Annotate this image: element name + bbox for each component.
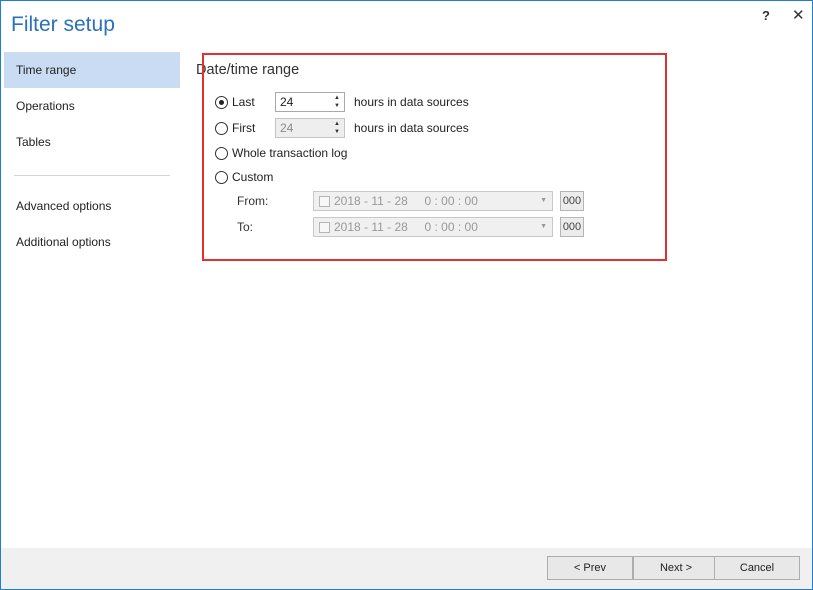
help-icon[interactable]: ? [762,8,770,23]
spin-up-icon: ▲ [334,121,340,127]
sidebar-divider [14,175,170,176]
from-datetime-picker: 2018 - 11 - 28 0 : 00 : 00 ▼ [313,191,553,211]
option-whole-row: Whole transaction log [215,143,347,163]
sidebar-item-additional-options[interactable]: Additional options [4,224,180,260]
first-hours-stepper: ▲ ▼ [275,118,345,138]
last-hours-input[interactable] [276,93,330,111]
chevron-down-icon: ▼ [540,223,547,230]
custom-radio[interactable] [215,170,228,184]
last-radio[interactable] [215,95,228,109]
from-checkbox [319,195,330,207]
spin-down-icon[interactable]: ▼ [334,102,340,110]
prev-button[interactable]: < Prev [547,556,633,580]
whole-log-radio[interactable] [215,146,228,160]
first-hours-arrows: ▲ ▼ [330,119,344,137]
to-milliseconds-field: 000 [560,217,584,237]
spin-down-icon: ▼ [334,129,340,135]
whole-log-label: Whole transaction log [232,146,348,160]
chevron-down-icon: ▼ [540,197,547,204]
cancel-button[interactable]: Cancel [714,556,800,580]
last-label: Last [232,95,255,109]
dialog-title: Filter setup [11,13,115,36]
first-radio[interactable] [215,121,228,135]
to-label: To: [237,220,254,234]
option-first-row: First [215,118,255,138]
option-last-row: Last [215,92,255,112]
sidebar: Time range Operations Tables Advanced op… [4,52,180,260]
sidebar-item-advanced-options[interactable]: Advanced options [4,188,180,224]
first-unit-label: hours in data sources [354,121,469,135]
sidebar-item-operations[interactable]: Operations [4,88,180,124]
first-hours-input [276,119,330,137]
from-milliseconds-field: 000 [560,191,584,211]
sidebar-item-time-range[interactable]: Time range [4,52,180,88]
sidebar-item-tables[interactable]: Tables [4,124,180,160]
custom-label: Custom [232,170,274,184]
first-label: First [232,121,256,135]
last-hours-stepper[interactable]: ▲ ▼ [275,92,345,112]
from-datetime-value: 2018 - 11 - 28 0 : 00 : 00 [334,194,478,208]
to-checkbox [319,221,330,233]
option-custom-row: Custom [215,167,273,187]
next-button[interactable]: Next > [633,556,719,580]
from-label: From: [237,194,269,208]
close-icon[interactable]: ✕ [792,6,805,24]
to-datetime-picker: 2018 - 11 - 28 0 : 00 : 00 ▼ [313,217,553,237]
to-datetime-value: 2018 - 11 - 28 0 : 00 : 00 [334,220,478,234]
last-hours-arrows[interactable]: ▲ ▼ [330,93,344,111]
spin-up-icon[interactable]: ▲ [334,94,340,102]
last-unit-label: hours in data sources [354,95,469,109]
